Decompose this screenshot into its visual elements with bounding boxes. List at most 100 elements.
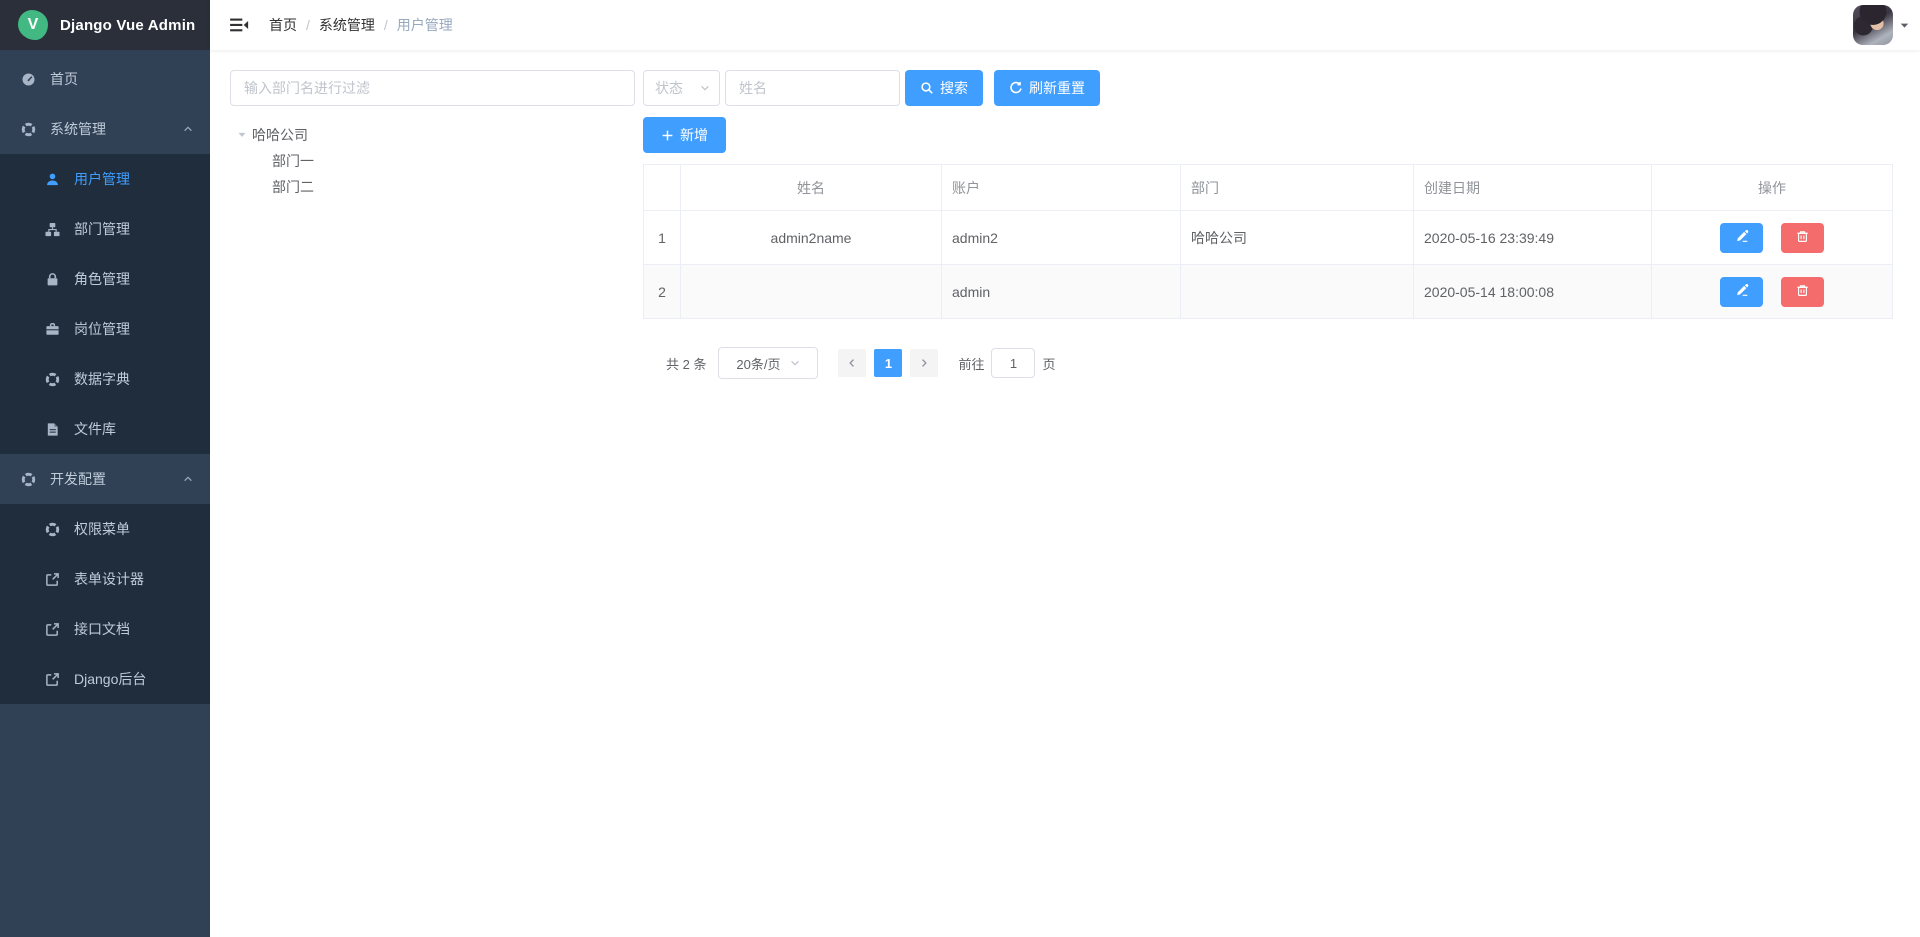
tree-node-child[interactable]: 部门一 [230,148,635,174]
dashboard-icon [20,71,36,87]
users-table: 姓名 账户 部门 创建日期 操作 1 admin2name admin2 哈哈公… [643,164,1893,319]
sidebar-item-label: 部门管理 [74,219,130,239]
goto-label: 前往 [958,354,984,373]
sidebar-item-label: Django后台 [74,669,146,689]
col-header-index [644,165,681,211]
sidebar-item-dev-config[interactable]: 开发配置 [0,454,210,504]
briefcase-icon [44,321,60,337]
page-suffix-label: 页 [1042,354,1055,373]
delete-button[interactable] [1781,223,1824,253]
name-input[interactable] [725,70,900,106]
guide-icon [20,471,36,487]
breadcrumb-separator: / [306,17,310,33]
app-logo[interactable]: V Django Vue Admin [0,0,210,50]
sidebar-item-posts[interactable]: 岗位管理 [0,304,210,354]
plus-icon [661,129,674,142]
tree-node-label: 哈哈公司 [252,125,308,145]
status-select[interactable]: 状态 [643,70,720,106]
sidebar: V Django Vue Admin 首页 系统管理 用户管理 部门管理 角色管… [0,0,210,937]
sidebar-item-api-docs[interactable]: 接口文档 [0,604,210,654]
page-size-select[interactable]: 20条/页 [718,347,818,379]
breadcrumb-home[interactable]: 首页 [269,15,297,35]
guide-icon [20,121,36,137]
app-logo-icon: V [18,10,48,40]
lock-icon [44,271,60,287]
cell-account: admin [942,265,1181,319]
sidebar-item-django-admin[interactable]: Django后台 [0,654,210,704]
pager: 1 [834,349,942,377]
sidebar-item-departments[interactable]: 部门管理 [0,204,210,254]
next-page-button[interactable] [910,349,938,377]
document-icon [44,421,60,437]
sidebar-item-system[interactable]: 系统管理 [0,104,210,154]
sidebar-item-home[interactable]: 首页 [0,54,210,104]
dept-filter-input[interactable] [230,70,635,106]
breadcrumb-current: 用户管理 [397,15,453,35]
user-panel: 状态 搜索 刷新重置 新增 [643,70,1900,937]
cell-actions [1652,265,1893,319]
status-select-placeholder: 状态 [655,78,683,98]
reset-button[interactable]: 刷新重置 [994,70,1100,106]
sidebar-item-label: 角色管理 [74,269,130,289]
refresh-icon [1009,81,1023,95]
sidebar-item-label: 系统管理 [50,119,106,139]
search-button-label: 搜索 [940,78,968,98]
edit-icon [1735,283,1749,300]
sidebar-item-files[interactable]: 文件库 [0,404,210,454]
cell-name: admin2name [681,211,942,265]
sidebar-item-label: 权限菜单 [74,519,130,539]
dept-tree: 哈哈公司 部门一 部门二 [230,122,635,200]
sidebar-item-label: 首页 [50,69,78,89]
tree-node-root[interactable]: 哈哈公司 [230,122,635,148]
sidebar-item-label: 文件库 [74,419,116,439]
user-icon [44,171,60,187]
search-button[interactable]: 搜索 [905,70,983,106]
tree-node-child[interactable]: 部门二 [230,174,635,200]
sidebar-item-users[interactable]: 用户管理 [0,154,210,204]
sidebar-item-permissions[interactable]: 权限菜单 [0,504,210,554]
sidebar-menu: 首页 系统管理 用户管理 部门管理 角色管理 岗位管理 数据字典 文件库 开发配… [0,50,210,704]
sidebar-item-label: 开发配置 [50,469,106,489]
tree-icon [44,221,60,237]
breadcrumb: 首页 / 系统管理 / 用户管理 [269,15,453,35]
col-header-actions: 操作 [1652,165,1893,211]
edit-button[interactable] [1720,223,1763,253]
table-header-row: 姓名 账户 部门 创建日期 操作 [644,165,1893,211]
chevron-down-icon [699,82,711,94]
department-panel: 哈哈公司 部门一 部门二 [230,70,635,937]
sidebar-item-roles[interactable]: 角色管理 [0,254,210,304]
avatar[interactable] [1853,5,1893,45]
tree-children: 部门一 部门二 [230,148,635,200]
search-icon [920,81,934,95]
table-row: 1 admin2name admin2 哈哈公司 2020-05-16 23:3… [644,211,1893,265]
sidebar-item-label: 接口文档 [74,619,130,639]
delete-icon [1796,230,1809,246]
sidebar-item-dictionary[interactable]: 数据字典 [0,354,210,404]
breadcrumb-system[interactable]: 系统管理 [319,15,375,35]
caret-down-icon[interactable] [1899,20,1910,31]
add-button[interactable]: 新增 [643,117,726,153]
chevron-down-icon [789,357,801,369]
cell-index: 1 [644,211,681,265]
sidebar-item-label: 用户管理 [74,169,130,189]
cell-index: 2 [644,265,681,319]
filter-bar: 状态 搜索 刷新重置 [643,70,1900,106]
delete-button[interactable] [1781,277,1824,307]
app-window: V Django Vue Admin 首页 系统管理 用户管理 部门管理 角色管… [0,0,1920,937]
breadcrumb-separator: / [384,17,388,33]
tree-node-label: 部门二 [272,177,314,197]
caret-down-icon[interactable] [232,130,252,140]
fold-icon[interactable] [225,16,253,34]
sidebar-item-label: 岗位管理 [74,319,130,339]
sidebar-item-form-designer[interactable]: 表单设计器 [0,554,210,604]
goto-page-input[interactable] [991,348,1035,378]
edit-button[interactable] [1720,277,1763,307]
top-navbar: 首页 / 系统管理 / 用户管理 [210,0,1920,50]
cell-dept: 哈哈公司 [1181,211,1414,265]
sidebar-item-label: 表单设计器 [74,569,144,589]
page-1-button[interactable]: 1 [874,349,902,377]
chevron-up-icon [182,473,194,485]
main-area: 首页 / 系统管理 / 用户管理 哈哈公司 部门一 [210,0,1920,937]
navbar-right [1853,5,1910,45]
prev-page-button[interactable] [838,349,866,377]
